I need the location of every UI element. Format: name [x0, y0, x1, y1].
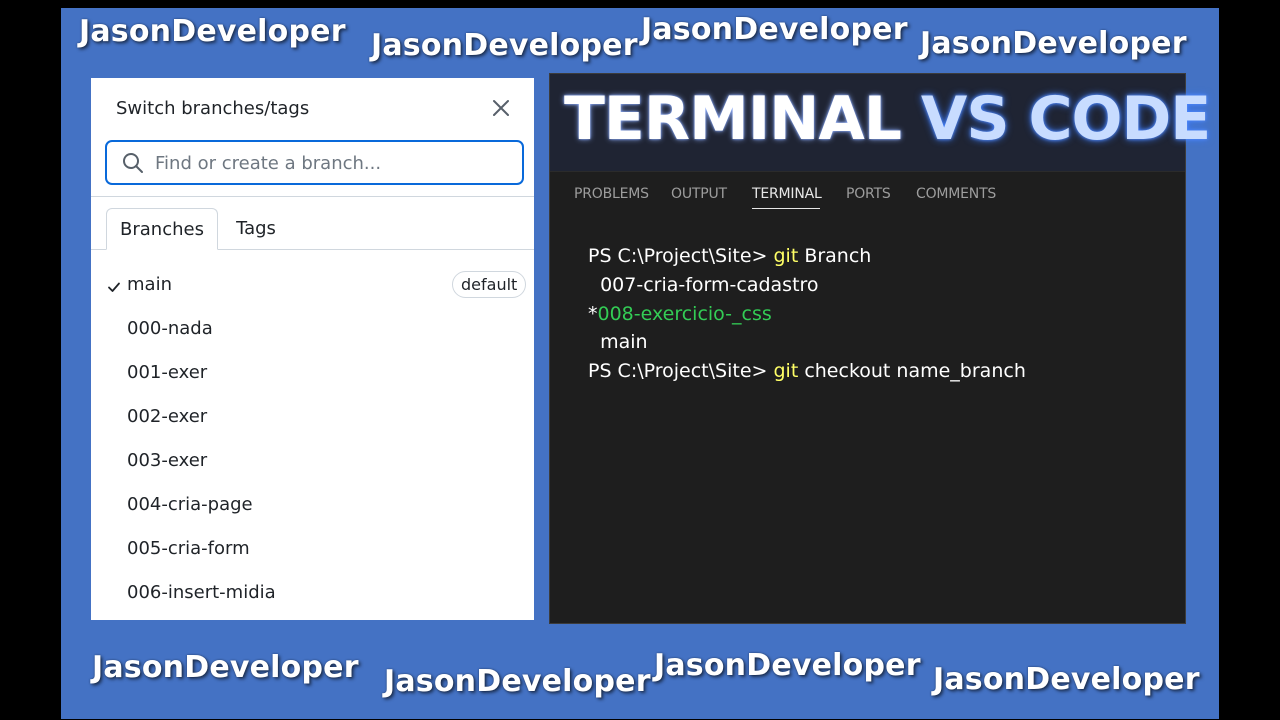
switch-branches-panel: Switch branches/tags Branches Tags main … — [91, 78, 534, 620]
tab-tags[interactable]: Tags — [226, 208, 286, 250]
tab-ports[interactable]: PORTS — [846, 186, 891, 202]
branch-item[interactable]: 003-exer — [91, 439, 534, 483]
check-icon — [107, 278, 121, 292]
branch-search-box[interactable] — [105, 140, 524, 185]
banner-title-terminal: TERMINAL — [564, 84, 902, 154]
branch-item[interactable]: 002-exer — [91, 395, 534, 439]
terminal-line: main — [588, 328, 1168, 357]
branch-name: 001-exer — [127, 362, 208, 383]
vscode-terminal-panel: TERMINAL VS CODE PROBLEMS OUTPUT TERMINA… — [549, 73, 1211, 624]
branch-item[interactable]: 004-cria-page — [91, 483, 534, 527]
search-icon — [122, 152, 144, 174]
watermark: JasonDeveloper — [79, 14, 346, 49]
branch-output: 007-cria-form-cadastro — [588, 273, 819, 296]
terminal-line: *008-exercicio-_css — [588, 300, 1168, 329]
terminal-line: 007-cria-form-cadastro — [588, 271, 1168, 300]
branch-name: main — [127, 274, 172, 295]
title-banner: TERMINAL VS CODE — [550, 74, 1211, 172]
prompt: PS C:\Project\Site> — [588, 360, 774, 383]
divider — [91, 196, 534, 197]
current-marker: * — [588, 302, 598, 325]
branch-search-input[interactable] — [155, 148, 515, 178]
branch-name: 003-exer — [127, 450, 208, 471]
branch-name: 005-cria-form — [127, 538, 250, 559]
watermark: JasonDeveloper — [920, 26, 1187, 61]
tab-branches[interactable]: Branches — [106, 208, 218, 250]
banner-title: TERMINAL VS CODE — [564, 84, 1211, 154]
tab-comments[interactable]: COMMENTS — [916, 186, 996, 202]
watermark: JasonDeveloper — [933, 662, 1200, 697]
watermark: JasonDeveloper — [654, 648, 921, 683]
watermark: JasonDeveloper — [641, 12, 908, 47]
git-keyword: git — [773, 245, 799, 267]
git-keyword: git — [773, 360, 799, 383]
tab-problems[interactable]: PROBLEMS — [574, 186, 649, 202]
branch-item[interactable]: 006-insert-midia — [91, 571, 534, 615]
branch-name: 000-nada — [127, 318, 213, 339]
current-branch: 008-exercicio-_css — [597, 302, 772, 325]
branch-item[interactable]: 001-exer — [91, 351, 534, 395]
tab-output[interactable]: OUTPUT — [671, 186, 727, 202]
branch-item[interactable]: 000-nada — [91, 307, 534, 351]
default-badge: default — [452, 271, 527, 298]
prompt: PS C:\Project\Site> — [588, 245, 774, 267]
watermark: JasonDeveloper — [384, 664, 651, 699]
command: Branch — [798, 245, 872, 267]
terminal-line: PS C:\Project\Site> git Branch — [588, 242, 1168, 271]
branch-item-main[interactable]: main default — [91, 263, 534, 307]
active-tab-underline — [752, 208, 820, 209]
watermark: JasonDeveloper — [92, 650, 359, 685]
branch-name: 004-cria-page — [127, 494, 253, 515]
branch-output: main — [588, 331, 648, 354]
terminal-line: PS C:\Project\Site> git checkout name_br… — [588, 357, 1168, 386]
banner-title-vscode: VS CODE — [920, 84, 1211, 154]
panel-title: Switch branches/tags — [116, 98, 310, 119]
branch-item[interactable]: 005-cria-form — [91, 527, 534, 571]
branch-name: 002-exer — [127, 406, 208, 427]
watermark: JasonDeveloper — [371, 28, 638, 63]
branch-name: 006-insert-midia — [127, 582, 276, 603]
branch-list: main default 000-nada 001-exer 002-exer … — [91, 263, 534, 615]
command: checkout name_branch — [798, 360, 1026, 383]
close-icon[interactable] — [489, 96, 513, 120]
terminal-output[interactable]: PS C:\Project\Site> git Branch 007-cria-… — [588, 242, 1168, 386]
tab-terminal[interactable]: TERMINAL — [752, 186, 822, 202]
